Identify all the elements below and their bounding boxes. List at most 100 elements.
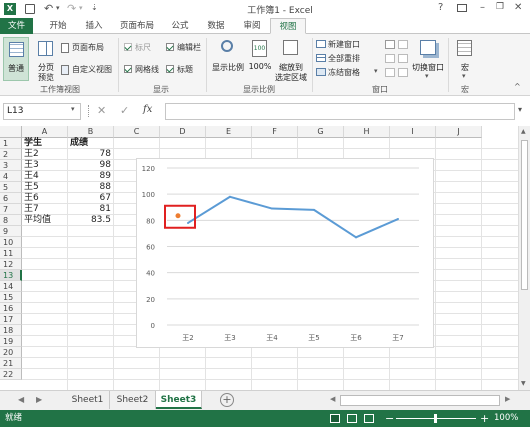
zoom-100-button[interactable]: 100 100%	[248, 37, 272, 81]
column-header-c[interactable]: C	[114, 126, 160, 138]
column-header-i[interactable]: I	[390, 126, 436, 138]
row-header-20[interactable]: 20	[0, 347, 22, 358]
customize-qat-icon[interactable]: ⇣	[91, 3, 98, 12]
tab-review[interactable]: 审阅	[234, 18, 270, 34]
sheet-tab-sheet3[interactable]: Sheet3	[156, 391, 202, 409]
horizontal-scrollbar[interactable]	[340, 395, 500, 406]
formula-bar-grip-icon[interactable]	[88, 105, 90, 117]
row-header-14[interactable]: 14	[0, 281, 22, 292]
cell-b6[interactable]: 67	[68, 193, 111, 204]
redo-dropdown-icon[interactable]: ▾	[79, 4, 83, 12]
cell-a1[interactable]: 学生	[24, 138, 42, 149]
hscroll-left-icon[interactable]: ◀	[330, 395, 335, 403]
cell-a5[interactable]: 王5	[24, 182, 39, 193]
scroll-up-icon[interactable]: ▲	[521, 128, 526, 135]
zoom-in-button[interactable]: +	[480, 410, 489, 427]
restore-button[interactable]: ❐	[496, 2, 504, 12]
cell-b8[interactable]: 83.5	[68, 215, 111, 226]
cancel-entry-button[interactable]: ✕	[97, 104, 106, 117]
cell-b3[interactable]: 98	[68, 160, 111, 171]
hide-icon[interactable]	[385, 54, 395, 63]
tab-file[interactable]: 文件	[0, 18, 33, 34]
zoom-out-button[interactable]: −	[385, 410, 394, 427]
gridlines-checkbox[interactable]	[124, 65, 132, 73]
row-header-21[interactable]: 21	[0, 358, 22, 369]
redo-icon[interactable]: ↷	[67, 2, 76, 15]
hscroll-right-icon[interactable]: ▶	[505, 395, 510, 403]
column-header-h[interactable]: H	[344, 126, 390, 138]
row-header-1[interactable]: 1	[0, 138, 22, 149]
select-all-corner[interactable]	[0, 126, 22, 138]
row-header-19[interactable]: 19	[0, 336, 22, 347]
tab-insert[interactable]: 插入	[76, 18, 112, 34]
row-header-3[interactable]: 3	[0, 160, 22, 171]
cell-b1[interactable]: 成绩	[70, 138, 88, 149]
cell-b7[interactable]: 81	[68, 204, 111, 215]
row-header-8[interactable]: 8	[0, 215, 22, 226]
unhide-icon[interactable]	[385, 68, 395, 77]
row-header-11[interactable]: 11	[0, 248, 22, 259]
row-header-16[interactable]: 16	[0, 303, 22, 314]
prev-sheet-icon[interactable]: ◀	[18, 395, 24, 404]
row-header-12[interactable]: 12	[0, 259, 22, 270]
column-header-g[interactable]: G	[298, 126, 344, 138]
arrange-all-button[interactable]: 全部重排	[316, 53, 376, 65]
row-header-15[interactable]: 15	[0, 292, 22, 303]
row-header-10[interactable]: 10	[0, 237, 22, 248]
tab-data[interactable]: 数据	[198, 18, 234, 34]
headings-checkbox[interactable]	[166, 65, 174, 73]
row-header-18[interactable]: 18	[0, 325, 22, 336]
undo-icon[interactable]: ↶	[44, 2, 53, 15]
page-break-status-icon[interactable]	[364, 414, 374, 423]
cell-a2[interactable]: 王2	[24, 149, 39, 160]
column-header-d[interactable]: D	[160, 126, 206, 138]
confirm-entry-button[interactable]: ✓	[120, 104, 129, 117]
freeze-panes-button[interactable]: 冻结窗格 ▾	[316, 67, 380, 79]
row-header-6[interactable]: 6	[0, 193, 22, 204]
formula-input[interactable]	[165, 103, 515, 120]
row-header-9[interactable]: 9	[0, 226, 22, 237]
save-icon[interactable]	[25, 4, 35, 14]
macros-button[interactable]: 宏 ▾	[453, 37, 477, 81]
ruler-checkbox[interactable]	[124, 43, 132, 51]
minimize-button[interactable]: –	[480, 2, 485, 13]
row-header-2[interactable]: 2	[0, 149, 22, 160]
normal-view-button[interactable]: 普通	[3, 37, 29, 81]
next-sheet-icon[interactable]: ▶	[36, 395, 42, 404]
add-sheet-button[interactable]: +	[220, 393, 234, 407]
tab-view[interactable]: 视图	[270, 18, 306, 34]
cell-a4[interactable]: 王4	[24, 171, 39, 182]
cell-a8[interactable]: 平均值	[24, 215, 51, 226]
name-box-dropdown-icon[interactable]: ▾	[71, 105, 75, 113]
sheet-tab-sheet1[interactable]: Sheet1	[66, 391, 110, 409]
close-button[interactable]: ✕	[514, 2, 522, 13]
row-header-13[interactable]: 13	[0, 270, 22, 281]
cell-a7[interactable]: 王7	[24, 204, 39, 215]
expand-formula-bar-icon[interactable]: ▾	[518, 105, 522, 114]
help-button[interactable]: ?	[438, 2, 443, 13]
column-header-e[interactable]: E	[206, 126, 252, 138]
cell-b4[interactable]: 89	[68, 171, 111, 182]
sync-scroll-icon[interactable]	[398, 54, 408, 63]
column-header-a[interactable]: A	[22, 126, 68, 138]
column-header-j[interactable]: J	[436, 126, 482, 138]
split-icon[interactable]	[385, 40, 395, 49]
tab-formulas[interactable]: 公式	[162, 18, 198, 34]
column-header-b[interactable]: B	[68, 126, 114, 138]
row-header-5[interactable]: 5	[0, 182, 22, 193]
new-window-button[interactable]: 新建窗口	[316, 39, 376, 51]
vertical-scrollbar[interactable]: ▲ ▼	[518, 126, 530, 390]
cell-a6[interactable]: 王6	[24, 193, 39, 204]
scroll-thumb[interactable]	[521, 140, 528, 290]
cell-a3[interactable]: 王3	[24, 160, 39, 171]
tab-home[interactable]: 开始	[40, 18, 76, 34]
collapse-ribbon-icon[interactable]: ^	[514, 82, 521, 91]
page-layout-view-button[interactable]: 页面布局	[61, 42, 113, 54]
row-header-4[interactable]: 4	[0, 171, 22, 182]
zoom-button[interactable]: 显示比例	[210, 37, 246, 81]
custom-views-button[interactable]: 自定义视图	[61, 64, 121, 76]
reset-position-icon[interactable]	[398, 68, 408, 77]
zoom-slider-thumb[interactable]	[434, 414, 437, 423]
insert-function-button[interactable]: fx	[143, 104, 152, 115]
undo-dropdown-icon[interactable]: ▾	[56, 4, 60, 12]
